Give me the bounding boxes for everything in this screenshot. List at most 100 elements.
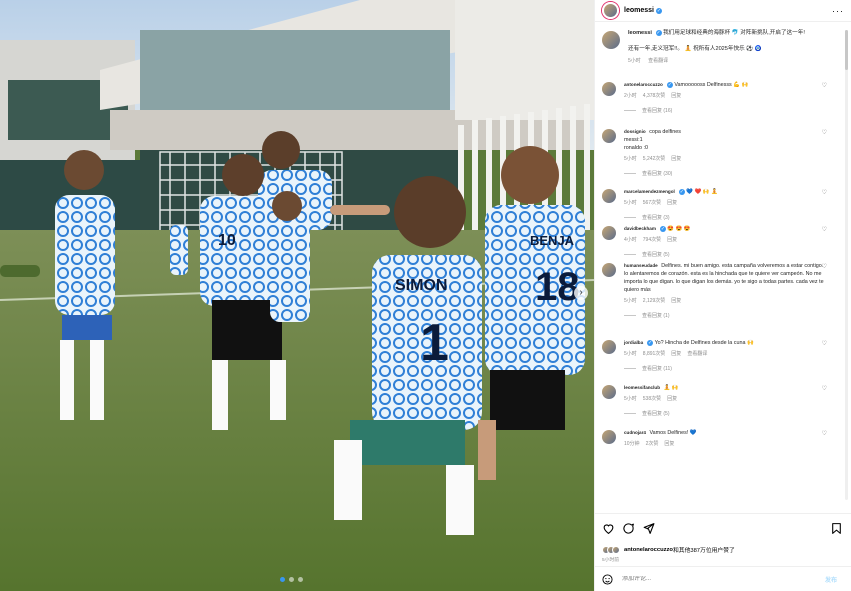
comment-likes[interactable]: 8,891次赞	[643, 351, 666, 357]
post-comment-button[interactable]: 发布	[825, 575, 837, 584]
carousel-dot	[289, 577, 294, 582]
comment-text: 😍 😍 😍	[667, 226, 691, 233]
post-username[interactable]: leomessi	[624, 7, 654, 14]
view-replies-button[interactable]: 查看回复 (16)	[624, 107, 828, 115]
avatar[interactable]	[602, 430, 616, 445]
avatar[interactable]	[602, 385, 616, 400]
jersey-number-18: 18	[535, 265, 580, 309]
carousel-dot	[298, 577, 303, 582]
avatar	[612, 545, 620, 554]
comment-text: 💙 ❤️ 🙌 🧘	[686, 189, 718, 196]
view-replies-button[interactable]: 查看回复 (30)	[624, 170, 828, 178]
chevron-right-icon[interactable]: ›	[574, 286, 588, 300]
comment-likes[interactable]: 538次赞	[643, 396, 661, 402]
comment-input[interactable]	[622, 576, 802, 582]
reply-button[interactable]: 回复	[667, 237, 677, 243]
heart-icon[interactable]: ♡	[822, 340, 827, 347]
comment-time[interactable]: 5小时	[624, 396, 637, 402]
caption-time[interactable]: 5小时	[628, 58, 641, 64]
reply-button[interactable]: 回复	[664, 441, 674, 447]
caption-username[interactable]: leomessi	[628, 30, 652, 36]
comment-likes[interactable]: 5,242次赞	[643, 156, 666, 162]
translate-link[interactable]: 查看翻译	[687, 351, 707, 357]
reply-button[interactable]: 回复	[671, 298, 681, 304]
more-horizontal-icon[interactable]: ···	[832, 6, 844, 16]
reply-button[interactable]: 回复	[671, 156, 681, 162]
action-bar: antonelaroccuzzo 和其他387万位用户赞了 5小时前	[595, 513, 851, 563]
comment-username[interactable]: davidbeckham	[624, 226, 656, 231]
avatar[interactable]	[602, 31, 620, 49]
heart-icon[interactable]: ♡	[822, 430, 827, 437]
scrollbar[interactable]	[845, 30, 848, 500]
comment-item: jordialba ✓ Yo? Hincha de Delfines desde …	[595, 339, 835, 377]
reply-button[interactable]: 回复	[667, 200, 677, 206]
heart-icon[interactable]: ♡	[822, 82, 827, 89]
comment-likes[interactable]: 2次赞	[646, 441, 659, 447]
comment-item: antonelaroccuzzo ✓ Vamoooooss Delfinesss …	[595, 81, 835, 121]
heart-icon[interactable]: ♡	[822, 226, 827, 233]
verified-icon: ✓	[655, 7, 662, 14]
emoji-icon[interactable]	[602, 573, 613, 585]
comment-likes[interactable]: 4,378次赞	[643, 93, 666, 99]
comment-time[interactable]: 5小时	[624, 351, 637, 357]
comment-username[interactable]: dossignio	[624, 129, 646, 134]
comment-text: Vamos Delfines! 💙	[649, 430, 697, 437]
comment-item: dossignio copa delfines messi:1 ronaldo …	[595, 128, 835, 181]
comment-likes[interactable]: 794次赞	[643, 237, 661, 243]
comment-item: leomessifanclub 🧘 🙌 5小时 538次赞 回复 查看回复 (5) ♡	[595, 384, 835, 422]
heart-icon[interactable]: ♡	[822, 129, 827, 136]
comment-username[interactable]: leomessifanclub	[624, 385, 660, 390]
comment-likes[interactable]: 2,129次赞	[643, 298, 666, 304]
reply-button[interactable]: 回复	[671, 93, 681, 99]
comment-likes[interactable]: 567次赞	[643, 200, 661, 206]
avatar[interactable]	[602, 263, 616, 278]
comment-icon[interactable]	[622, 522, 635, 535]
photo-scene: SIMON 1 BENJA 18 10	[0, 0, 594, 591]
post-sidebar: leomessi ✓ ··· leomessi ✓ 我们用足球和经典的海豚杯 🐬…	[594, 0, 851, 591]
avatar[interactable]	[602, 82, 616, 97]
view-replies-button[interactable]: 查看回复 (3)	[624, 214, 828, 222]
comment-username[interactable]: jordialba	[624, 340, 643, 345]
heart-icon[interactable]: ♡	[822, 385, 827, 392]
reply-button[interactable]: 回复	[667, 396, 677, 402]
scrollbar-thumb[interactable]	[845, 30, 848, 70]
reply-button[interactable]: 回复	[671, 351, 681, 357]
avatar[interactable]	[602, 189, 616, 204]
avatar[interactable]	[602, 129, 616, 144]
avatar[interactable]	[602, 226, 616, 241]
comment-composer: 发布	[595, 566, 851, 591]
likes-summary: antonelaroccuzzo 和其他387万位用户赞了	[602, 545, 845, 554]
comment-username[interactable]: humanseudade	[624, 263, 658, 268]
comment-item: davidbeckham ✓ 😍 😍 😍 4小时 794次赞 回复 查看回复 (5) ♡	[595, 225, 835, 258]
heart-icon[interactable]: ♡	[822, 263, 827, 270]
caption: leomessi ✓ 我们用足球和经典的海豚杯 🐬 对阵新挑队,开启了这一年! …	[595, 23, 835, 65]
heart-icon[interactable]: ♡	[822, 189, 827, 196]
view-replies-button[interactable]: 查看回复 (11)	[624, 365, 828, 373]
comment-time[interactable]: 2小时	[624, 93, 637, 99]
comment-time[interactable]: 4小时	[624, 237, 637, 243]
comment-feed[interactable]: leomessi ✓ 我们用足球和经典的海豚杯 🐬 对阵新挑队,开启了这一年! …	[595, 23, 835, 513]
comment-username[interactable]: antonelaroccuzzo	[624, 82, 663, 87]
send-icon[interactable]	[642, 522, 655, 535]
comment-list: antonelaroccuzzo ✓ Vamoooooss Delfinesss …	[595, 81, 835, 453]
likes-username[interactable]: antonelaroccuzzo	[624, 547, 673, 553]
translate-link[interactable]: 查看翻译	[648, 58, 668, 64]
comment-item: marcelamendezmengol ✓ 💙 ❤️ 🙌 🧘 5小时 567次赞 回复查…	[595, 188, 835, 221]
avatar[interactable]	[602, 2, 619, 19]
caption-line: 我们用足球和经典的海豚杯 🐬 对阵新挑队,开启了这一年!	[663, 30, 805, 36]
comment-time[interactable]: 10分钟	[624, 441, 640, 447]
post-photo[interactable]: SIMON 1 BENJA 18 10 ›	[0, 0, 594, 591]
jersey-name-benja: BENJA	[530, 233, 575, 248]
view-replies-button[interactable]: 查看回复 (5)	[624, 410, 828, 418]
comment-username[interactable]: marcelamendezmengol	[624, 189, 675, 194]
comment-time[interactable]: 5小时	[624, 200, 637, 206]
bookmark-icon[interactable]	[830, 522, 843, 535]
likes-text[interactable]: 和其他387万位用户赞了	[673, 545, 735, 554]
comment-time[interactable]: 5小时	[624, 156, 637, 162]
comment-username[interactable]: cudnojar4	[624, 430, 646, 435]
view-replies-button[interactable]: 查看回复 (5)	[624, 251, 828, 259]
avatar[interactable]	[602, 340, 616, 355]
heart-icon[interactable]	[602, 522, 615, 535]
comment-time[interactable]: 5小时	[624, 298, 637, 304]
view-replies-button[interactable]: 查看回复 (1)	[624, 312, 828, 320]
